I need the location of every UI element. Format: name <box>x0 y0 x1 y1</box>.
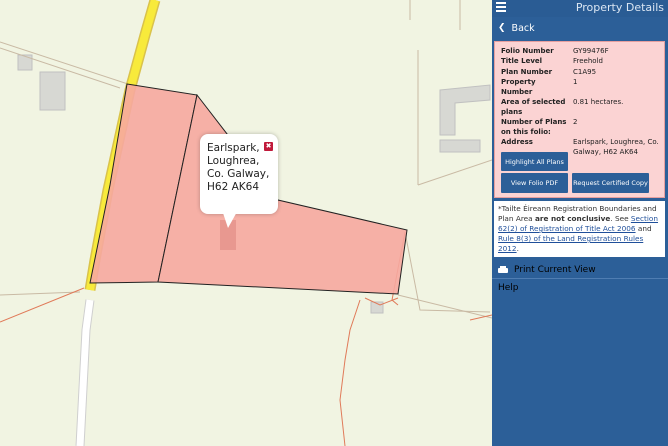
rule-8-link[interactable]: Rule 8(3) of the Land Registration Rules… <box>498 234 643 253</box>
building <box>439 139 481 153</box>
notice-text: . See <box>610 214 631 223</box>
popup-address: Earlspark, Loughrea, Co. Galway, H62 AK6… <box>207 142 270 193</box>
detail-value: Earlspark, Loughrea, Co. Galway, H62 AK6… <box>573 138 659 156</box>
detail-key: Number of Plans on this folio: <box>501 118 567 136</box>
detail-value: 1 <box>573 78 578 86</box>
map-view[interactable]: Earlspark, Loughrea, Co. Galway, H62 AK6… <box>0 0 492 446</box>
print-current-view-button[interactable]: Print Current View <box>492 261 668 278</box>
detail-value: 0.81 hectares. <box>573 98 624 106</box>
highlight-all-plans-button[interactable]: Highlight All Plans <box>501 152 568 171</box>
detail-row: Title Level Freehold <box>501 57 661 68</box>
help-link[interactable]: Help <box>492 281 525 295</box>
menu-icon[interactable] <box>496 2 506 14</box>
detail-row: Property Number 1 <box>501 78 661 98</box>
map-canvas[interactable] <box>0 0 492 446</box>
detail-value: GY99476F <box>573 46 609 55</box>
panel-header: Property Details <box>492 0 668 17</box>
detail-key: Folio Number <box>501 46 554 55</box>
chevron-left-icon: ❮ <box>498 23 506 33</box>
disclaimer-notice: *Tailte Éireann Registration Boundaries … <box>494 201 665 257</box>
details-table: Folio Number GY99476F Title Level Freehold… <box>501 46 661 158</box>
notice-bold: are not conclusive <box>534 214 611 223</box>
close-icon[interactable]: ✖ <box>264 142 273 151</box>
detail-value: 2 <box>573 118 578 126</box>
view-folio-pdf-button[interactable]: View Folio PDF <box>501 173 568 193</box>
property-info-box: Folio Number GY99476F Title Level Freehold… <box>494 41 665 198</box>
print-label: Print Current View <box>514 264 596 275</box>
detail-key: Title Level <box>501 57 543 65</box>
detail-key: Area of selected plans <box>501 98 566 116</box>
detail-row: Plan Number C1A95 <box>501 67 661 78</box>
building <box>39 71 66 111</box>
notice-text: . <box>516 244 519 253</box>
back-button[interactable]: ❮ Back <box>492 17 668 39</box>
notice-text: and <box>635 224 652 233</box>
detail-value: C1A95 <box>573 67 597 76</box>
detail-row: Number of Plans on this folio: 2 <box>501 118 661 138</box>
building <box>439 84 491 136</box>
detail-row: Area of selected plans 0.81 hectares. <box>501 98 661 118</box>
address-popup: Earlspark, Loughrea, Co. Galway, H62 AK6… <box>200 134 278 228</box>
panel-title: Property Details <box>575 1 664 14</box>
printer-icon <box>498 265 508 274</box>
request-certified-copy-button[interactable]: Request Certified Copy <box>572 173 649 193</box>
detail-row: Folio Number GY99476F <box>501 46 661 57</box>
divider <box>492 278 668 279</box>
parcel-selected-2[interactable] <box>157 93 408 295</box>
detail-key: Plan Number <box>501 67 553 76</box>
detail-value: Freehold <box>573 57 603 65</box>
building <box>17 54 33 71</box>
back-label: Back <box>511 22 535 34</box>
popup-tail <box>222 210 238 228</box>
detail-key: Property Number <box>501 78 536 96</box>
